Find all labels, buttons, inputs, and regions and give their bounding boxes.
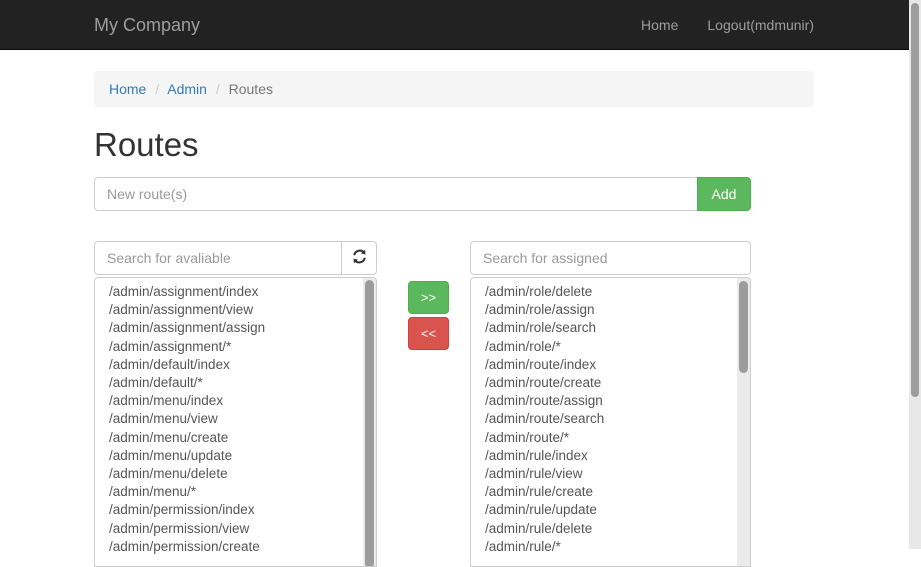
navbar-link-home[interactable]: Home: [641, 17, 678, 33]
new-route-input[interactable]: [94, 177, 698, 211]
navbar-link-logout[interactable]: Logout(mdmunir): [707, 17, 814, 33]
assign-button[interactable]: >>: [408, 281, 449, 314]
route-item[interactable]: /admin/route/search: [485, 410, 750, 428]
assigned-list-scrollbar[interactable]: [737, 278, 750, 566]
page-scrollbar[interactable]: [909, 0, 921, 549]
assigned-routes-list: /admin/role/delete /admin/role/assign /a…: [470, 277, 751, 567]
route-item[interactable]: /admin/rule/*: [485, 538, 750, 556]
navbar: My Company Home Logout(mdmunir): [0, 0, 909, 50]
navbar-brand[interactable]: My Company: [94, 0, 200, 50]
route-item[interactable]: /admin/rule/update: [485, 501, 750, 519]
add-route-button[interactable]: Add: [697, 177, 751, 211]
breadcrumb-admin[interactable]: Admin: [167, 81, 207, 97]
route-item[interactable]: /admin/permission/create: [109, 538, 376, 556]
breadcrumb-separator: /: [211, 81, 225, 97]
route-item[interactable]: /admin/role/assign: [485, 301, 750, 319]
remove-button[interactable]: <<: [408, 317, 449, 350]
route-item[interactable]: /admin/route/*: [485, 429, 750, 447]
page-scrollbar-thumb[interactable]: [911, 3, 919, 397]
route-item[interactable]: /admin/menu/*: [109, 483, 376, 501]
available-routes-items: /admin/assignment/index /admin/assignmen…: [95, 278, 376, 556]
breadcrumb-home[interactable]: Home: [109, 81, 146, 97]
route-item[interactable]: /admin/route/assign: [485, 392, 750, 410]
page-title: Routes: [94, 126, 199, 164]
route-item[interactable]: /admin/default/index: [109, 356, 376, 374]
available-list-scrollbar-thumb[interactable]: [365, 280, 374, 567]
route-item[interactable]: /admin/rule/view: [485, 465, 750, 483]
route-item[interactable]: /admin/rule/create: [485, 483, 750, 501]
breadcrumb-current: Routes: [229, 81, 273, 97]
route-item[interactable]: /admin/assignment/assign: [109, 319, 376, 337]
available-list-scrollbar[interactable]: [363, 278, 376, 566]
route-item[interactable]: /admin/permission/index: [109, 501, 376, 519]
route-item[interactable]: /admin/menu/delete: [109, 465, 376, 483]
navbar-nav: Home Logout(mdmunir): [641, 0, 814, 50]
route-item[interactable]: /admin/menu/index: [109, 392, 376, 410]
route-item[interactable]: /admin/assignment/*: [109, 338, 376, 356]
route-item[interactable]: /admin/role/delete: [485, 283, 750, 301]
breadcrumb: Home / Admin / Routes: [94, 71, 814, 107]
search-available-input[interactable]: [94, 241, 342, 275]
available-routes-list: /admin/assignment/index /admin/assignmen…: [94, 277, 377, 567]
route-item[interactable]: /admin/menu/view: [109, 410, 376, 428]
route-item[interactable]: /admin/route/create: [485, 374, 750, 392]
route-item[interactable]: /admin/rule/index: [485, 447, 750, 465]
route-item[interactable]: /admin/default/*: [109, 374, 376, 392]
route-item[interactable]: /admin/permission/view: [109, 520, 376, 538]
refresh-icon: [352, 249, 367, 267]
route-item[interactable]: /admin/menu/create: [109, 429, 376, 447]
assigned-list-scrollbar-thumb[interactable]: [739, 281, 748, 373]
assigned-routes-items: /admin/role/delete /admin/role/assign /a…: [471, 278, 750, 556]
route-item[interactable]: /admin/route/index: [485, 356, 750, 374]
route-item[interactable]: /admin/rule/delete: [485, 520, 750, 538]
refresh-button[interactable]: [341, 241, 377, 275]
route-item[interactable]: /admin/menu/update: [109, 447, 376, 465]
breadcrumb-separator: /: [150, 81, 164, 97]
route-item[interactable]: /admin/role/search: [485, 319, 750, 337]
route-item[interactable]: /admin/assignment/index: [109, 283, 376, 301]
route-item[interactable]: /admin/assignment/view: [109, 301, 376, 319]
search-assigned-input[interactable]: [470, 241, 751, 275]
route-item[interactable]: /admin/role/*: [485, 338, 750, 356]
